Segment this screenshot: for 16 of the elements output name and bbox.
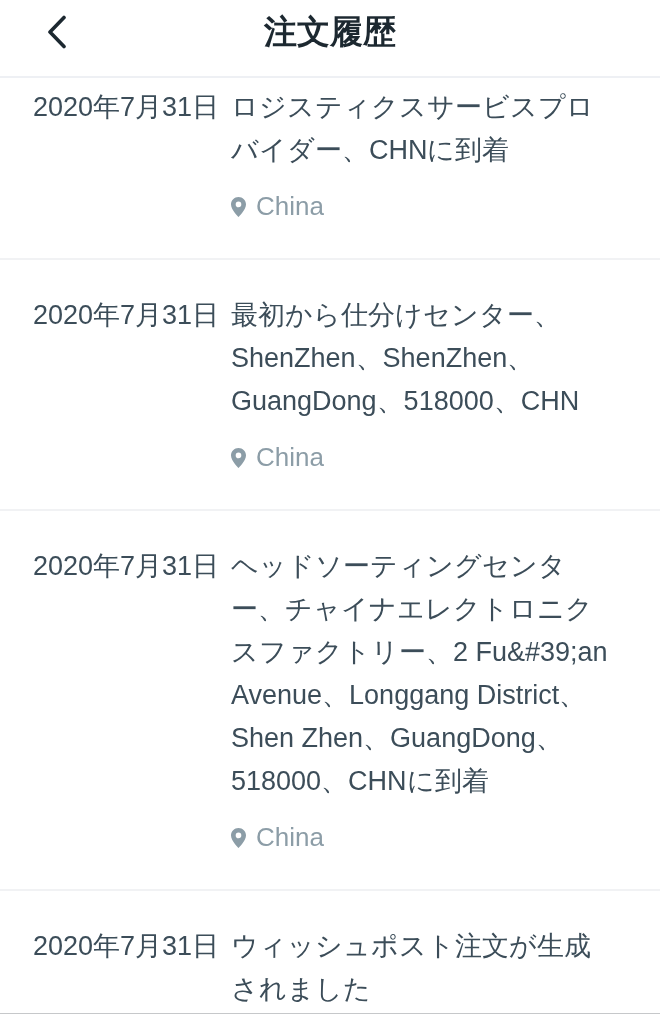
event-description: ウィッシュポスト注文が生成されました (231, 930, 592, 1006)
location-text: China (256, 821, 324, 854)
event-date: 2020年7月31日 (33, 91, 221, 124)
location-text: China (256, 190, 324, 223)
event-date: 2020年7月31日 (33, 299, 221, 332)
event-description: 最初から仕分けセンター、ShenZhen、ShenZhen、GuangDong、518000、CHN (231, 299, 581, 418)
location-pin-icon (231, 827, 246, 848)
event-description: ロジスティクスサービスプロバイダー、CHNに到着 (231, 91, 595, 167)
event-description: ヘッドソーティングセンター、チャイナエレクトロニクスファクトリー、2 Fu&#39;an Avenue、Longgang District、Shen Zhen、GuangDong、518000、CHNに到着 (231, 550, 608, 798)
event-date: 2020年7月31日 (33, 550, 221, 583)
page-title: 注文履歴 (264, 12, 396, 52)
location-text: China (256, 441, 324, 474)
location-pin-icon (231, 447, 246, 468)
back-icon (47, 15, 67, 49)
location-pin-icon (231, 196, 246, 217)
event-date: 2020年7月31日 (33, 930, 221, 963)
